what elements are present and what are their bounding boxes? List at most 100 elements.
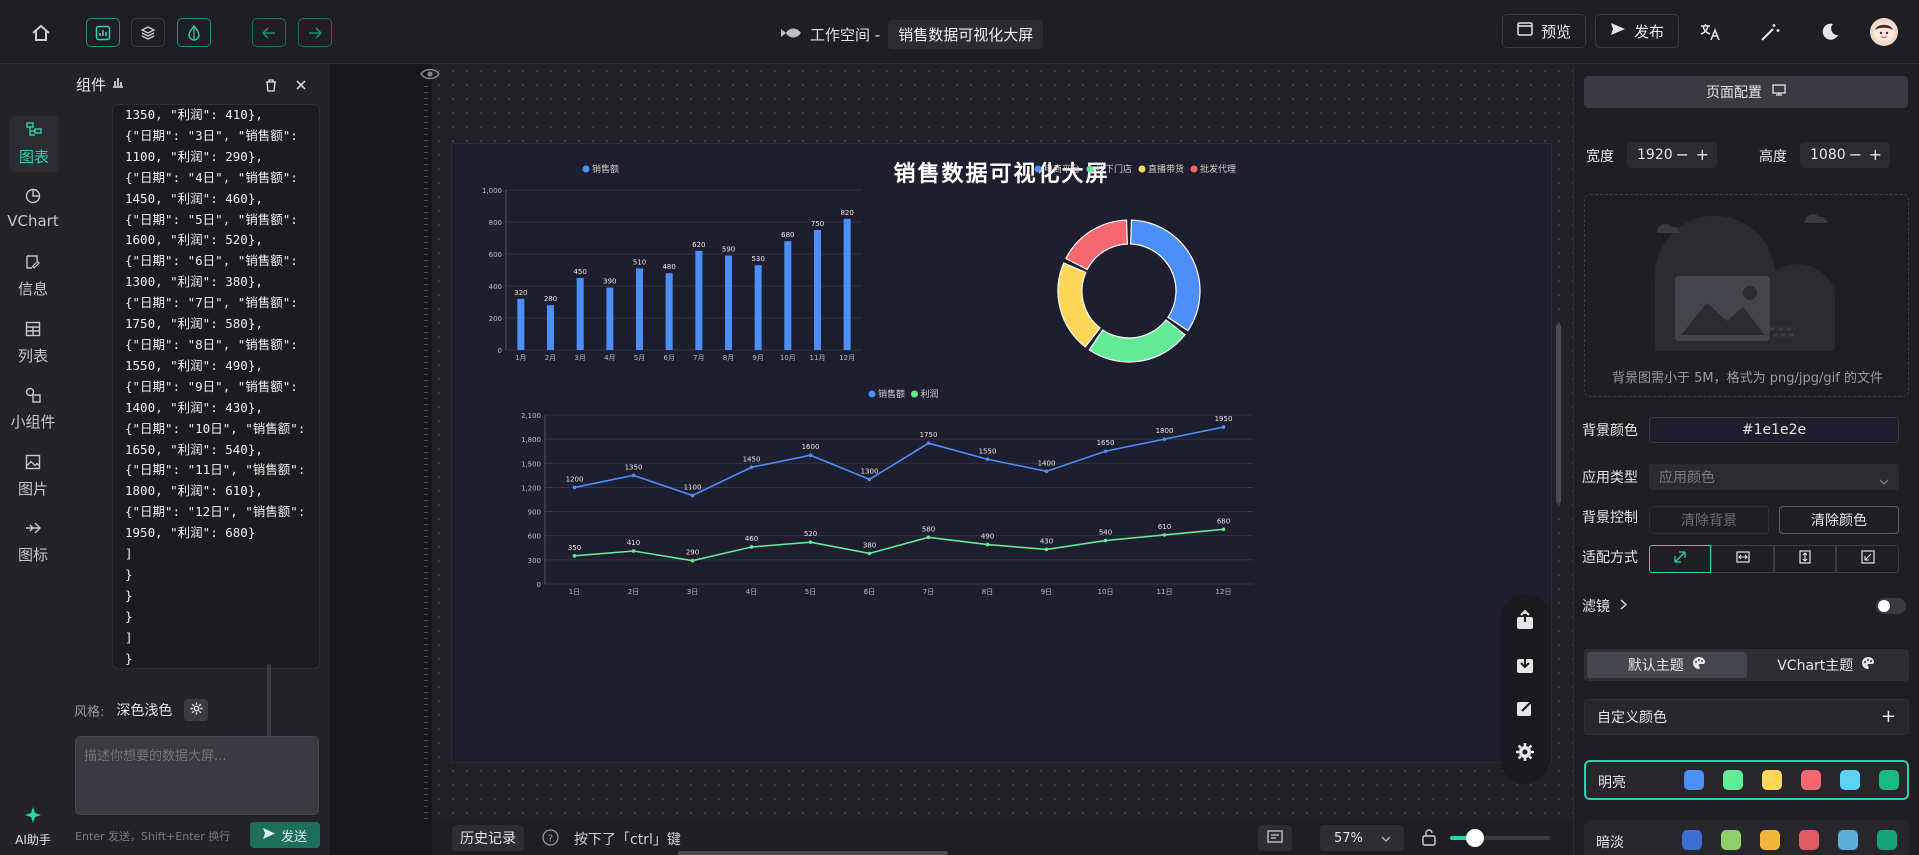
- layers-button[interactable]: [131, 18, 165, 47]
- resize-icon: [1673, 550, 1687, 568]
- undo-button[interactable]: [252, 18, 286, 47]
- filter-section[interactable]: 滤镜: [1582, 596, 1627, 616]
- clear-background-button[interactable]: 清除背景: [1649, 506, 1769, 534]
- rail-item-image[interactable]: 图片: [0, 454, 66, 499]
- eye-icon[interactable]: [420, 68, 440, 84]
- page-title[interactable]: 销售数据可视化大屏: [888, 20, 1044, 49]
- send-button[interactable]: 发送: [250, 822, 320, 848]
- history-button[interactable]: 历史记录: [452, 825, 524, 851]
- rail-item-icon[interactable]: 图标: [0, 520, 66, 565]
- line-point: [1162, 437, 1167, 441]
- minimap-toggle[interactable]: [1258, 825, 1292, 851]
- minus-icon[interactable]: −: [1676, 145, 1689, 164]
- fit-width-button[interactable]: [1711, 545, 1774, 573]
- clear-color-button[interactable]: 清除颜色: [1779, 506, 1899, 534]
- edit-icon[interactable]: [1513, 696, 1537, 720]
- bgcolor-input[interactable]: #1e1e2e: [1649, 417, 1899, 443]
- color-swatch[interactable]: [1723, 770, 1743, 790]
- bar-y-tick: 1,000: [482, 187, 502, 195]
- line-data-label: 1600: [802, 443, 820, 451]
- expand-icon: [1860, 550, 1875, 568]
- bar-legend-marker: [582, 165, 590, 173]
- fit-height-button[interactable]: [1774, 545, 1836, 573]
- line-data-label: 1200: [566, 475, 584, 483]
- plus-icon[interactable]: +: [1869, 145, 1882, 164]
- color-swatch[interactable]: [1799, 830, 1819, 850]
- code-line: ]: [125, 629, 133, 645]
- bar-data-label: 530: [751, 255, 764, 263]
- line-x-tick: 6日: [864, 588, 875, 596]
- page-config-tab[interactable]: 页面配置: [1584, 76, 1908, 108]
- import-icon[interactable]: [1513, 652, 1537, 676]
- zoom-slider-handle[interactable]: [1466, 829, 1484, 847]
- help-icon[interactable]: ?: [542, 829, 559, 850]
- color-swatch[interactable]: [1721, 830, 1741, 850]
- color-swatch[interactable]: [1879, 770, 1899, 790]
- ai-prompt-input[interactable]: [75, 736, 319, 815]
- panel-scrollbar[interactable]: [267, 664, 271, 744]
- lock-icon[interactable]: [1422, 828, 1436, 850]
- rail-item-chart[interactable]: 图表: [9, 116, 59, 172]
- zoom-slider[interactable]: [1450, 829, 1550, 847]
- ai-assistant-button[interactable]: AI助手: [0, 806, 66, 848]
- line-point: [1103, 538, 1108, 543]
- tab-default-theme[interactable]: 默认主题: [1587, 652, 1747, 678]
- filter-toggle[interactable]: [1876, 598, 1906, 614]
- publish-button[interactable]: 发布: [1595, 14, 1680, 48]
- color-swatch[interactable]: [1840, 770, 1860, 790]
- color-swatch[interactable]: [1760, 830, 1780, 850]
- rail-item-list[interactable]: 列表: [0, 321, 66, 366]
- line-data-label: 1350: [625, 463, 643, 471]
- palette-bright[interactable]: 明亮: [1584, 760, 1909, 800]
- minus-icon[interactable]: −: [1849, 145, 1862, 164]
- line-y-tick: 1,200: [521, 484, 541, 492]
- export-icon[interactable]: [1513, 608, 1537, 632]
- moon-icon[interactable]: [1817, 20, 1843, 44]
- width-input[interactable]: 1920− +: [1627, 142, 1717, 168]
- preview-button[interactable]: 预览: [1502, 14, 1587, 48]
- palette-icon: [1692, 656, 1706, 674]
- rail-item-widget[interactable]: 小组件: [0, 387, 66, 432]
- apply-type-select[interactable]: 应用颜色: [1649, 464, 1899, 490]
- code-line: 1450, "利润": 460},: [125, 190, 263, 206]
- close-icon[interactable]: [292, 76, 310, 94]
- theme-toggle-button[interactable]: [177, 18, 211, 47]
- json-code-view[interactable]: 1350, "利润": 410}, {"日期": "3日", "销售额": 1100…: [112, 104, 320, 669]
- fit-auto-button[interactable]: [1649, 545, 1711, 573]
- color-swatch[interactable]: [1762, 770, 1782, 790]
- avatar[interactable]: [1870, 18, 1898, 46]
- redo-button[interactable]: [298, 18, 332, 47]
- home-icon[interactable]: [24, 18, 58, 47]
- color-swatch[interactable]: [1838, 830, 1858, 850]
- line-data-label: 580: [922, 525, 935, 533]
- height-input[interactable]: 1080− +: [1800, 142, 1890, 168]
- donut-legend-label: 批发代理: [1200, 163, 1236, 175]
- plus-icon[interactable]: +: [1881, 706, 1896, 727]
- color-swatch[interactable]: [1801, 770, 1821, 790]
- magic-wand-icon[interactable]: [1757, 20, 1783, 44]
- palette-dark[interactable]: 暗淡: [1584, 820, 1909, 855]
- settings-gear-icon[interactable]: [1513, 740, 1537, 764]
- color-swatch[interactable]: [1682, 830, 1702, 850]
- color-swatch[interactable]: [1877, 830, 1897, 850]
- rail-item-vchart[interactable]: VChart: [0, 188, 66, 230]
- tab-vchart-theme[interactable]: VChart主题: [1747, 652, 1907, 678]
- bar-chart-icon: [112, 76, 124, 92]
- style-settings-button[interactable]: [184, 699, 209, 721]
- canvas-scrollbar-vertical[interactable]: [1556, 324, 1561, 504]
- custom-color-row[interactable]: 自定义颜色 +: [1584, 699, 1909, 735]
- canvas-scrollbar-horizontal[interactable]: [678, 851, 948, 855]
- color-swatch[interactable]: [1684, 770, 1704, 790]
- rail-item-info[interactable]: 信息: [0, 254, 66, 299]
- tab-default-theme-label: 默认主题: [1627, 658, 1684, 674]
- plus-icon[interactable]: +: [1696, 145, 1709, 164]
- background-upload[interactable]: 背景图需小于 5M，格式为 png/jpg/gif 的文件: [1584, 194, 1909, 397]
- translate-icon[interactable]: [1697, 20, 1723, 44]
- fit-full-button[interactable]: [1836, 545, 1899, 573]
- bar-y-tick: 800: [489, 219, 502, 227]
- zoom-select[interactable]: 57%: [1320, 825, 1404, 851]
- chart-mode-button[interactable]: [86, 18, 120, 47]
- code-line: ]: [125, 546, 133, 562]
- trash-icon[interactable]: [262, 76, 280, 94]
- dashboard-board[interactable]: 销售数据可视化大屏 0 200 400 600 800 1,000 320 1月 280 2月 45…: [452, 144, 1551, 762]
